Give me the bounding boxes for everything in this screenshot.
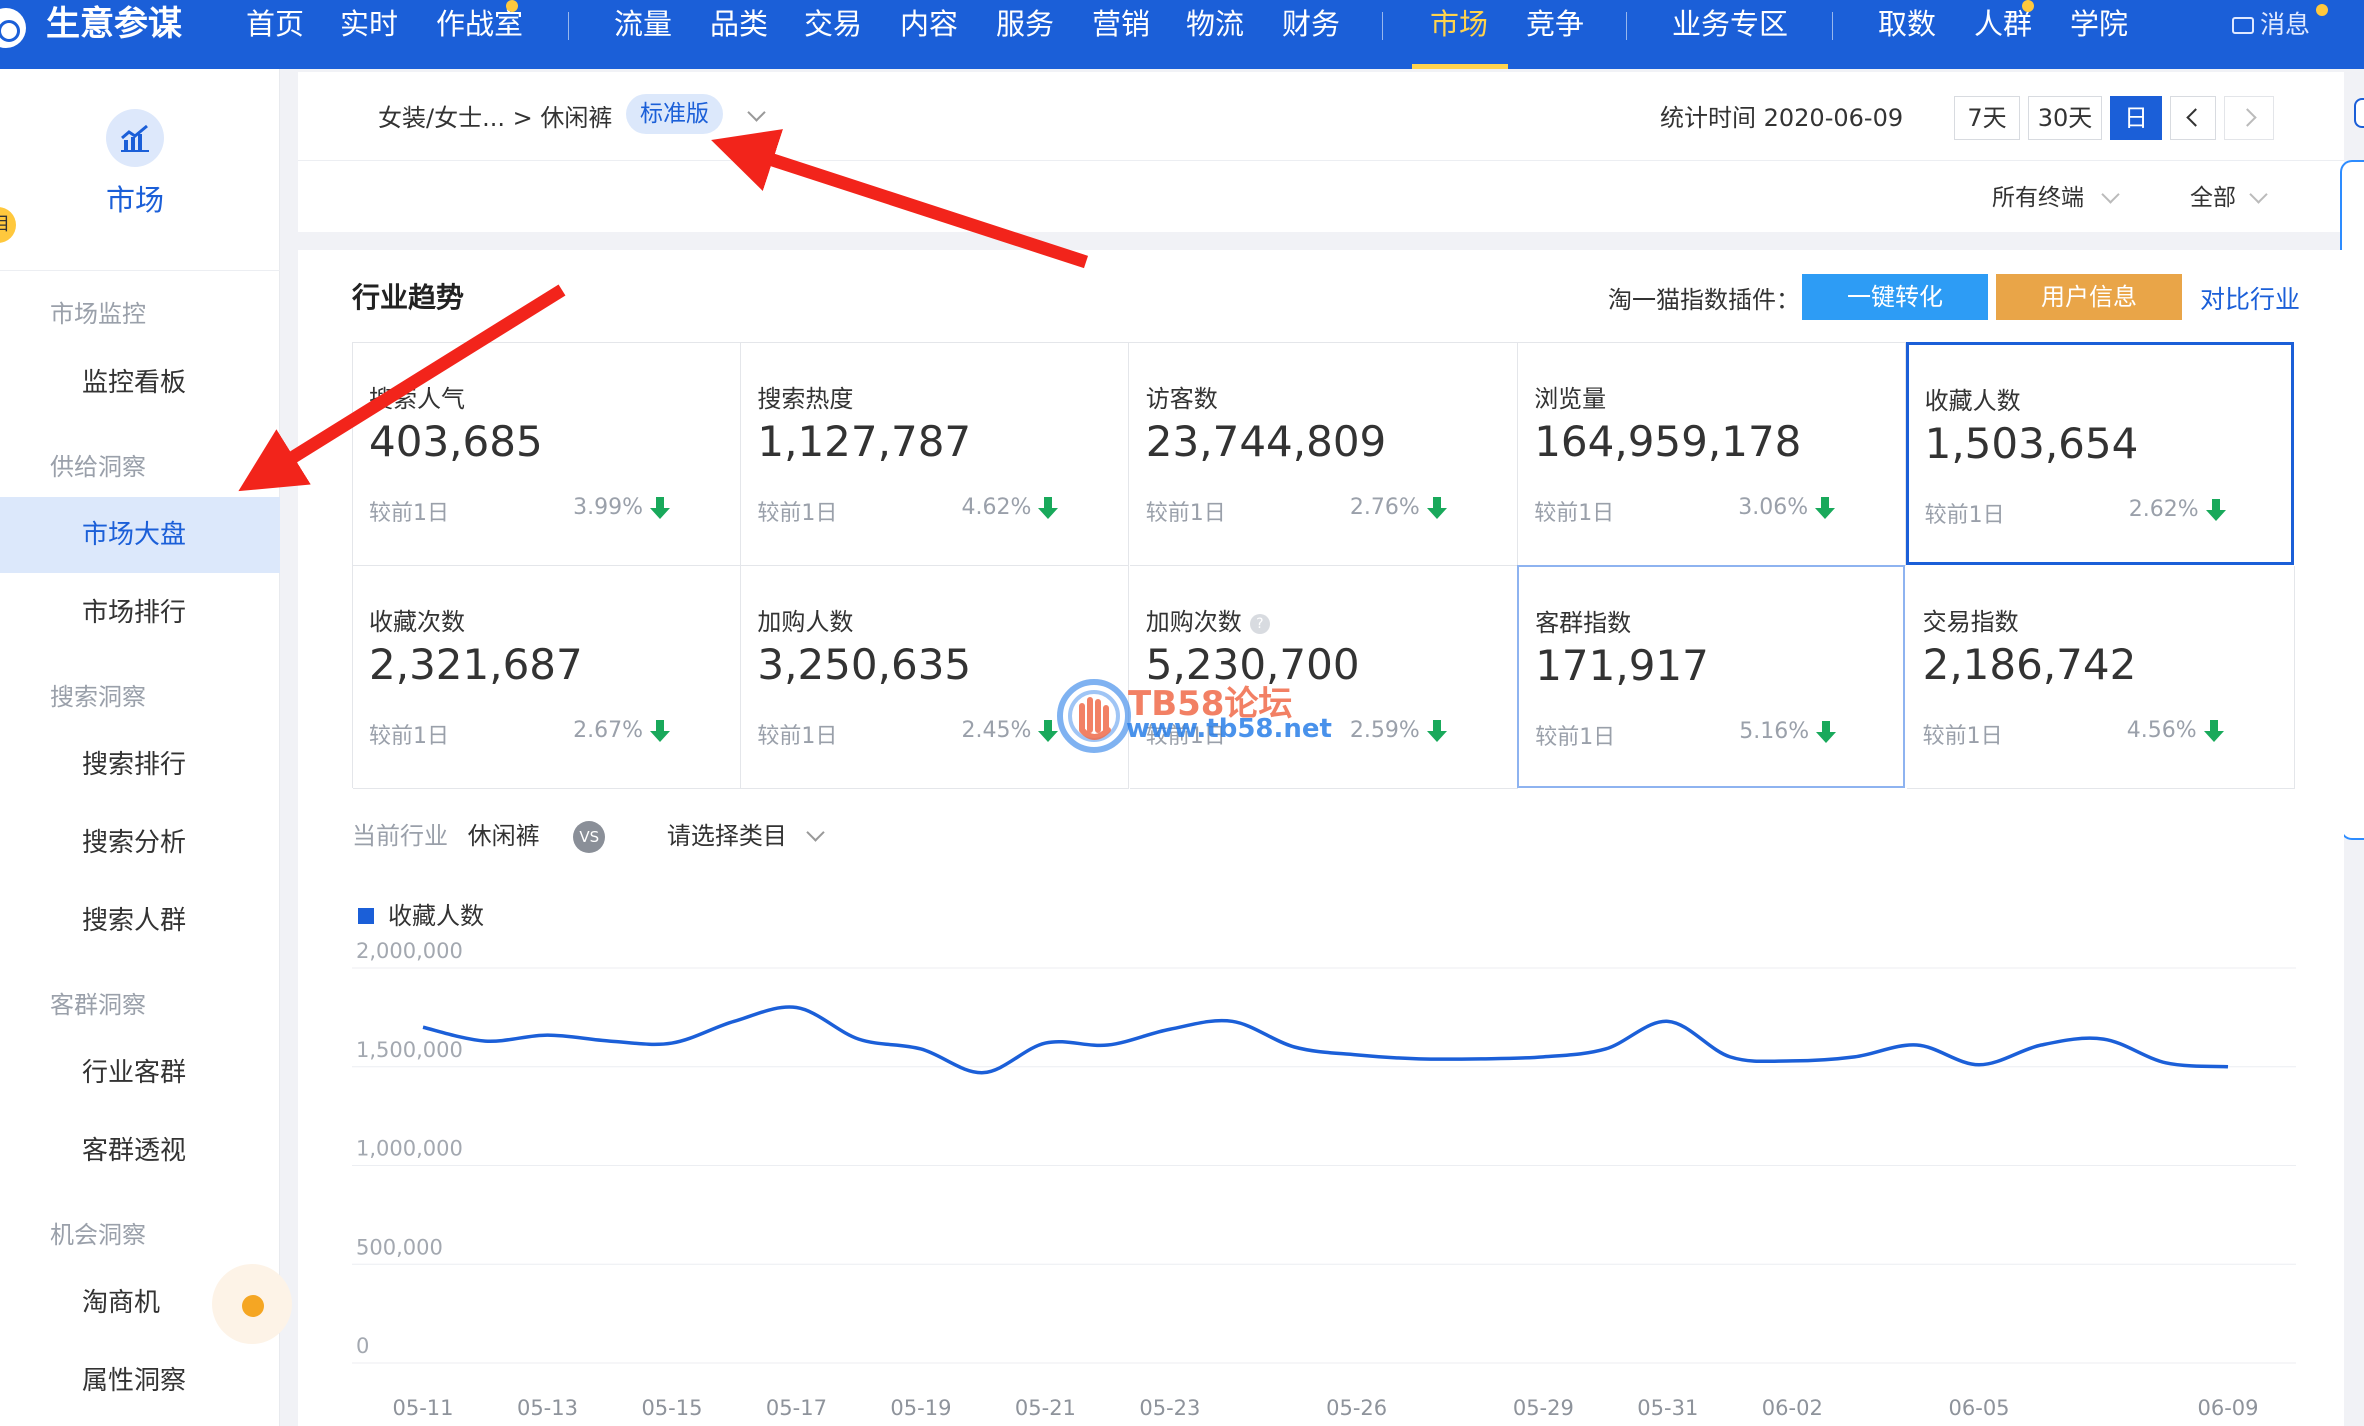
- annotation-arrows: [238, 129, 1089, 492]
- annotation-arrow-to-sidebar: [238, 284, 566, 492]
- annotation-arrow-to-version: [711, 129, 1089, 269]
